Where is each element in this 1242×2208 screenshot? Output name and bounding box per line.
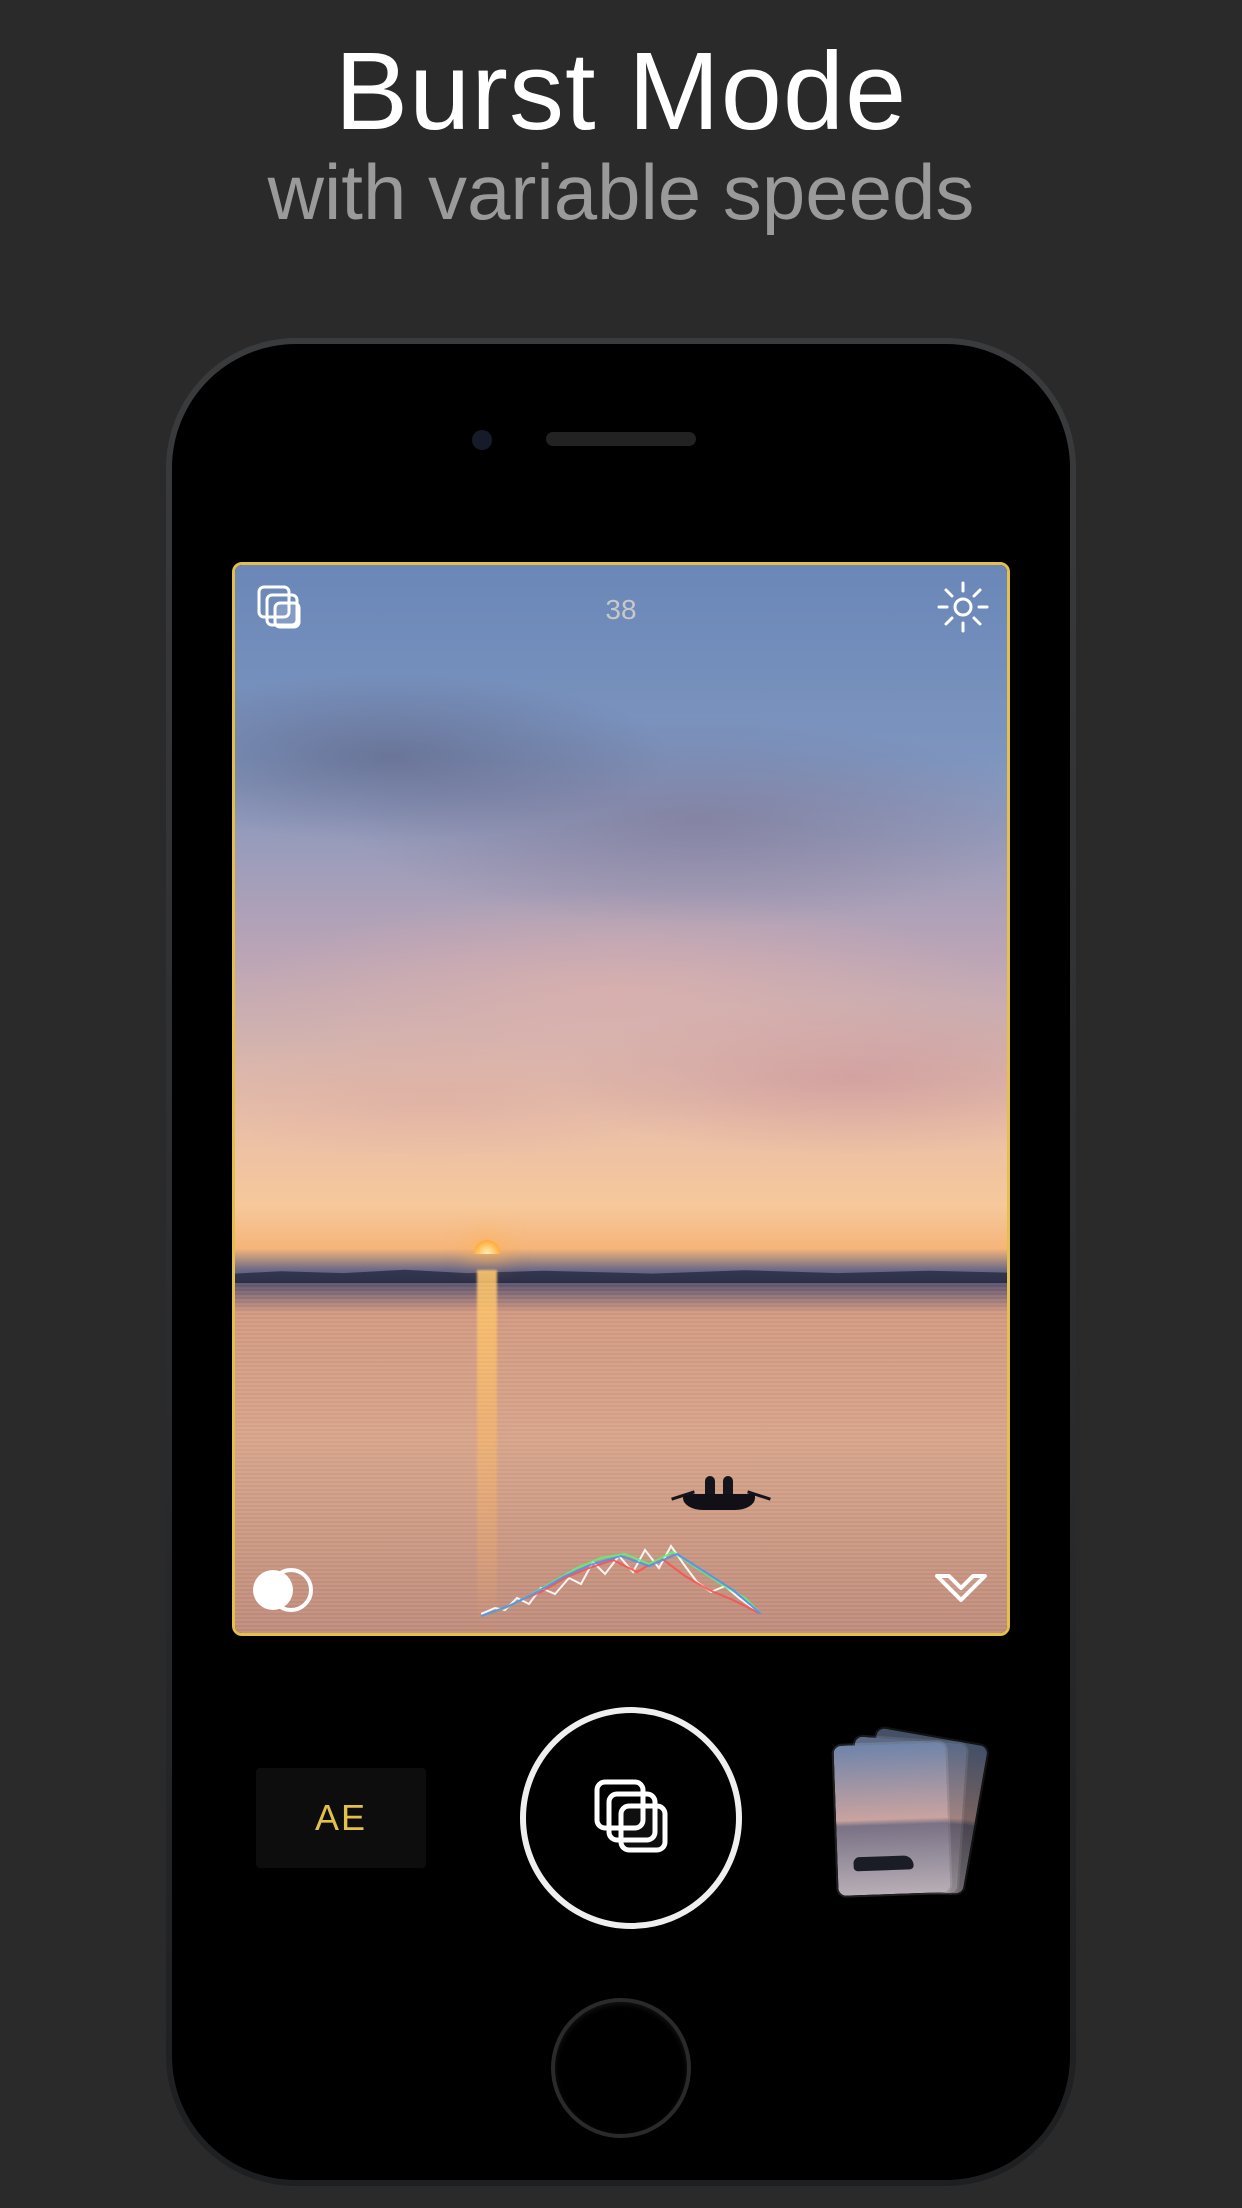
device-sensor <box>472 430 492 450</box>
shutter-burst-icon <box>585 1770 677 1867</box>
home-button[interactable] <box>551 1998 691 2138</box>
shutter-button[interactable] <box>520 1707 742 1929</box>
device-frame: 38 <box>166 338 1076 2186</box>
marketing-subhead: with variable speeds <box>0 147 1242 238</box>
exposure-overlap-icon[interactable] <box>251 1562 315 1619</box>
camera-controls-bar: AE <box>222 1698 1020 1938</box>
frame-counter: 38 <box>605 594 636 626</box>
ae-label: AE <box>315 1797 367 1839</box>
chevron-down-outline-icon[interactable] <box>931 1570 991 1619</box>
settings-gear-icon[interactable] <box>935 579 991 640</box>
photo-library-button[interactable] <box>836 1738 986 1898</box>
marketing-headline: Burst Mode <box>0 0 1242 155</box>
camera-viewfinder[interactable]: 38 <box>232 562 1010 1636</box>
auto-exposure-button[interactable]: AE <box>256 1768 426 1868</box>
app-screen: 38 <box>222 552 1020 1960</box>
device-speaker <box>546 432 696 446</box>
histogram-icon[interactable] <box>481 1538 761 1623</box>
thumbnail <box>833 1742 950 1896</box>
burst-mode-icon[interactable] <box>251 579 307 640</box>
